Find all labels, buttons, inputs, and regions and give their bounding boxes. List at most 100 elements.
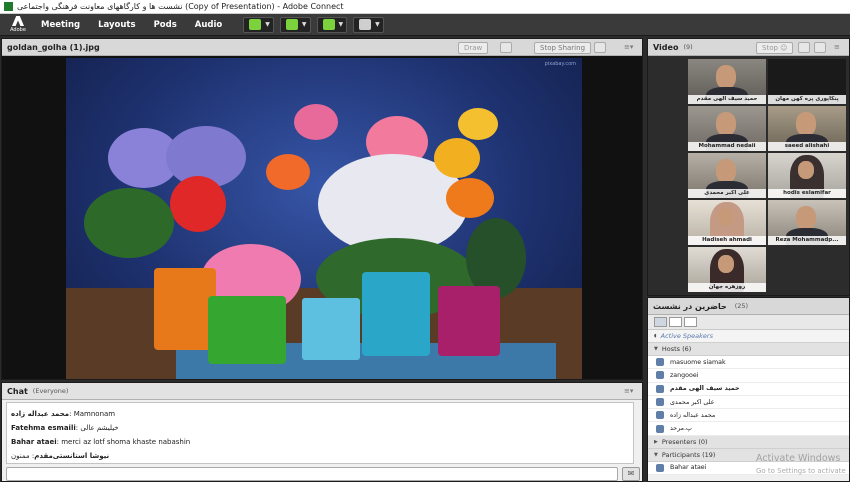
menu-layouts[interactable]: Layouts [89,20,144,30]
chat-audience[interactable]: (Everyone) [33,387,69,395]
attendee-row[interactable]: محمد عبداله زاده [648,409,849,423]
user-icon [656,371,664,380]
pod-menu-icon[interactable]: ≡▾ [624,387,633,395]
video-tile[interactable]: saeed alishahi [768,106,846,151]
active-speakers-link[interactable]: ◖ Active Speakers [648,330,849,343]
menu-audio[interactable]: Audio [186,20,231,30]
microphone-icon [285,19,298,30]
attendee-row[interactable]: masuome siamak [648,356,849,370]
video-face [716,65,736,89]
attendee-row[interactable]: zangooei [648,369,849,383]
chevron-down-icon: ▼ [375,21,380,28]
user-icon [656,463,664,472]
video-participant-name: saeed alishahi [768,142,846,151]
gerbera-red [170,176,226,232]
video-count: (9) [683,43,693,51]
send-message-button[interactable]: ✉ [622,467,640,481]
leaves-left [84,188,174,258]
attendee-row[interactable]: پ.مرحد [648,422,849,436]
grid-view-icon[interactable] [798,42,810,53]
presenters-section[interactable]: ▶ Presenters (0) [648,435,849,449]
triangle-down-icon: ▼ [654,346,658,352]
chat-text: Mamnonam [73,410,116,418]
video-participant-name: روزهره جهان [688,283,766,292]
pod-menu-icon[interactable]: ≡▾ [624,43,633,51]
video-participant-name: Mohammad nedaii [688,142,766,151]
stop-sharing-button[interactable]: Stop Sharing [534,42,592,54]
video-tile[interactable]: روزهره جهان [688,247,766,292]
chat-pod: Chat (Everyone) ≡▾ محمد عبداله زاده: Mam… [1,382,643,482]
stop-video-button[interactable]: Stop ☺ [756,42,794,54]
breakout-view-icon[interactable] [669,317,682,327]
attendees-pod: حاضرین در نشست (25) ◖ Active Speakers ▼ Ho… [647,297,850,482]
triangle-down-icon: ▼ [654,451,658,458]
menu-meeting[interactable]: Meeting [32,20,89,30]
chat-pod-header: Chat (Everyone) ≡▾ [2,383,642,400]
video-grid: حمید سیف الهی مقدم پنکاپوری پره کهن مهان… [648,56,849,295]
menubar: Adobe Meeting Layouts Pods Audio ▼ ▼ ▼ ▼ [0,14,850,36]
hosts-section[interactable]: ▼ Hosts (6) [648,343,849,356]
video-participant-name: پنکاپوری پره کهن مهان [768,95,846,104]
menu-pods[interactable]: Pods [145,20,186,30]
adobe-logo: Adobe [4,14,32,36]
list-view-icon[interactable] [654,317,667,327]
chat-input[interactable] [6,467,618,481]
microphone-toggle[interactable]: ▼ [279,16,311,33]
video-participant-name: علی اکبر محمدی [688,189,766,198]
webcam-toggle[interactable]: ▼ [316,16,348,33]
video-tile[interactable]: hodis eslamifar [768,153,846,198]
activate-windows-subtext: Go to Settings to activate [756,467,846,475]
pot-orange [154,268,216,350]
chat-sender: Bahar ataei [11,438,57,446]
image-watermark: pixabay.com [544,61,576,67]
video-face [716,112,736,136]
video-face [796,206,816,230]
attendee-row[interactable]: حمید سیف الهی مقدم [648,382,849,396]
attendees-pod-header: حاضرین در نشست (25) [648,298,849,315]
chevron-down-icon: ▼ [338,21,344,28]
chevron-down-icon: ▼ [265,21,270,28]
gerbera-orange-2 [446,178,494,218]
presenters-count: (0) [698,437,708,446]
speaker-icon: ◖ [654,333,657,339]
pot-blue [362,272,430,356]
video-pod-title: Video [653,42,679,52]
video-participant-name: Hadiseh ahmadi [688,236,766,245]
user-icon [656,398,664,407]
adobe-connect-window: نشست ها و کارگاههای معاونت فرهنگی واجتما… [0,0,850,482]
share-pod-title: goldan_golha (1).jpg [7,42,100,52]
video-pod-header: Video (9) Stop ☺ ≡ [648,39,849,56]
video-tile[interactable]: علی اکبر محمدی [688,153,766,198]
video-pod: Video (9) Stop ☺ ≡ حمید سیف الهی مقدم پن… [647,38,850,296]
draw-button[interactable]: Draw [458,42,489,54]
chat-message: Fatehma esmaili: خیلیشم عالی [11,424,119,432]
chat-sender: محمد عبداله زاده [11,410,70,418]
attendee-row[interactable]: علی اکبر محمدی [648,395,849,410]
pod-menu-icon[interactable]: ≡ [834,43,840,51]
video-tile[interactable]: Mohammad nedaii [688,106,766,151]
pot-magenta [438,286,500,356]
sync-icon[interactable] [500,42,512,53]
fullscreen-icon[interactable] [594,42,606,53]
raise-hand-toggle[interactable]: ▼ [353,16,384,33]
sort-icon[interactable] [684,317,697,327]
participants-count: (19) [702,450,716,459]
activate-windows-watermark: Activate Windows [756,453,841,464]
user-icon [656,384,664,393]
attendee-name: محمد عبداله زاده [670,411,716,419]
pot-lightblue [302,298,360,360]
video-face [796,112,816,136]
video-tile[interactable]: Reza Mohammadp... [768,200,846,245]
adobe-logo-text: Adobe [10,27,26,33]
video-face [718,208,734,226]
video-tile[interactable]: Hadiseh ahmadi [688,200,766,245]
user-icon: ☺ [780,44,788,52]
speech-bubble-icon: ✉ [627,469,635,478]
video-tile[interactable]: پنکاپوری پره کهن مهان [768,59,846,104]
pot-green [208,296,286,364]
stop-video-label: Stop [762,44,778,52]
gerbera-yellow-2 [458,108,498,140]
filmstrip-view-icon[interactable] [814,42,826,53]
speaker-toggle[interactable]: ▼ [243,16,274,33]
video-tile[interactable]: حمید سیف الهی مقدم [688,59,766,104]
